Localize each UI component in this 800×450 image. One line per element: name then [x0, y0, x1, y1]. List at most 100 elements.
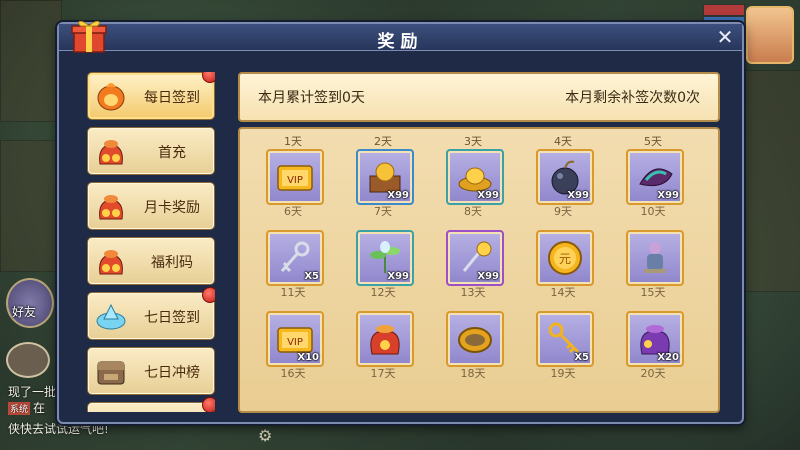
reward-slot[interactable] [626, 230, 684, 286]
player-avatar[interactable] [746, 6, 794, 64]
svg-text:元: 元 [559, 252, 571, 266]
red-bag-icon [370, 325, 400, 355]
dialog-titlebar: 奖励 ✕ [59, 24, 742, 52]
chat-tag: 系统 [8, 402, 31, 415]
reward-slot[interactable] [356, 311, 414, 367]
fire-egg-icon [97, 83, 125, 111]
hp-bar [703, 4, 745, 16]
reward-slot[interactable]: X99 [446, 230, 504, 286]
reward-slot[interactable]: X99 [626, 149, 684, 205]
reward-cell[interactable]: X5 11天 [254, 214, 332, 299]
remaining-makeup-count: 本月剩余补签次数0次 [565, 90, 700, 106]
item-quantity: X99 [477, 190, 499, 201]
tab-first-recharge[interactable]: 首充 [87, 127, 215, 175]
tab-daily-checkin[interactable]: 每日签到 [87, 72, 215, 120]
tab-label: 首充 [158, 145, 186, 161]
reward-cell[interactable]: 5天 X99 10天 [614, 133, 692, 218]
reward-cell[interactable]: 18天 [434, 295, 512, 380]
day-label: 1天 [284, 135, 302, 148]
tab-monthly-card[interactable]: 月卡奖励 [87, 182, 215, 230]
treasure-bag-icon [99, 250, 123, 275]
figure-icon [644, 242, 666, 273]
tab-label: 每日签到 [144, 90, 200, 106]
tab-label: 七日冲榜 [144, 365, 200, 381]
item-quantity: X10 [297, 352, 319, 363]
reward-slot[interactable]: X99 [536, 149, 594, 205]
item-quantity: X99 [387, 190, 409, 201]
rewards-dialog: 奖励 ✕ 每日签到 首充 月卡奖励 福利码 七日签到 七日冲榜 本月累计签到0天… [57, 20, 744, 424]
vip-card-icon: VIP [277, 165, 313, 191]
close-button[interactable]: ✕ [714, 26, 736, 48]
notification-badge [202, 72, 215, 83]
reward-slot[interactable]: X5 [536, 311, 594, 367]
reward-slot[interactable] [446, 311, 504, 367]
tab-seven-day-ranking[interactable]: 七日冲榜 [87, 347, 215, 395]
reward-cell[interactable]: X20 20天 [614, 295, 692, 380]
reward-slot[interactable]: 元 [536, 230, 594, 286]
tab-label: 月卡奖励 [144, 200, 200, 216]
reward-slot[interactable]: X99 [446, 149, 504, 205]
tab-label: 七日签到 [144, 310, 200, 326]
gear-icon[interactable]: ⚙ [258, 426, 272, 445]
day-label: 16天 [280, 367, 306, 380]
friend-label: 好友 [12, 305, 37, 319]
item-quantity: X99 [567, 190, 589, 201]
checkin-info-bar: 本月累计签到0天 本月剩余补签次数0次 [238, 72, 720, 122]
day-label: 4天 [554, 135, 572, 148]
reward-cell[interactable]: 4天 X99 9天 [524, 133, 602, 218]
chat-icon[interactable] [6, 342, 50, 378]
reward-cell[interactable]: 2天 X99 7天 [344, 133, 422, 218]
tab-more[interactable] [87, 397, 215, 412]
chat-line: 现了一批 [8, 383, 56, 400]
chat-line-text: 现了一批 [8, 385, 57, 399]
item-quantity: X99 [657, 190, 679, 201]
reward-cell[interactable]: 15天 [614, 214, 692, 299]
day-label: 5天 [644, 135, 662, 148]
day-label: 20天 [640, 367, 666, 380]
item-quantity: X99 [387, 271, 409, 282]
notification-badge [202, 397, 215, 412]
reward-cell[interactable]: 1天 VIP 6天 [254, 133, 332, 218]
reward-slot[interactable]: X99 [356, 149, 414, 205]
chat-line: 系统在 [8, 399, 45, 416]
reward-slot[interactable]: X99 [356, 230, 414, 286]
item-quantity: X5 [304, 271, 319, 282]
treasure-bag-icon [99, 140, 123, 165]
monthly-checkin-count: 本月累计签到0天 [258, 90, 365, 106]
cloud-crystal-icon [96, 303, 126, 330]
reward-cell[interactable]: X5 19天 [524, 295, 602, 380]
gold-ring-icon [458, 327, 492, 353]
tab-welfare-code[interactable]: 福利码 [87, 237, 215, 285]
reward-cell[interactable]: X99 13天 [434, 214, 512, 299]
gold-coin-icon: 元 [548, 241, 582, 275]
reward-cell[interactable]: 元 14天 [524, 214, 602, 299]
notification-badge [202, 287, 215, 303]
reward-slot[interactable]: X5 [266, 230, 324, 286]
item-quantity: X5 [574, 352, 589, 363]
rank-chest-icon [97, 361, 125, 385]
reward-sidebar: 每日签到 首充 月卡奖励 福利码 七日签到 七日冲榜 [87, 72, 215, 412]
reward-cell[interactable]: VIP X10 16天 [254, 295, 332, 380]
tab-seven-day-checkin[interactable]: 七日签到 [87, 287, 215, 340]
item-quantity: X20 [657, 352, 679, 363]
tab-label: 福利码 [151, 255, 193, 271]
gift-box-icon [71, 20, 107, 53]
day-label: 19天 [550, 367, 576, 380]
day-label: 18天 [460, 367, 486, 380]
reward-grid: 1天 VIP 6天 2天 X99 7天 3天 X99 8天 4天 X99 9天 5天 X99 10天 X5 11… [238, 127, 720, 413]
svg-text:VIP: VIP [287, 337, 303, 348]
dialog-title: 奖励 [377, 32, 424, 52]
svg-text:VIP: VIP [287, 175, 303, 186]
reward-cell[interactable]: X99 12天 [344, 214, 422, 299]
treasure-bag-icon [99, 195, 123, 220]
day-label: 2天 [374, 135, 392, 148]
reward-slot[interactable]: VIP [266, 149, 324, 205]
reward-slot[interactable]: X20 [626, 311, 684, 367]
chat-line-text: 侠快去试试运气吧! [8, 422, 109, 436]
day-label: 17天 [370, 367, 396, 380]
reward-cell[interactable]: 3天 X99 8天 [434, 133, 512, 218]
reward-cell[interactable]: 17天 [344, 295, 422, 380]
chat-line-text: 在 [33, 401, 46, 415]
item-quantity: X99 [477, 271, 499, 282]
reward-slot[interactable]: VIP X10 [266, 311, 324, 367]
